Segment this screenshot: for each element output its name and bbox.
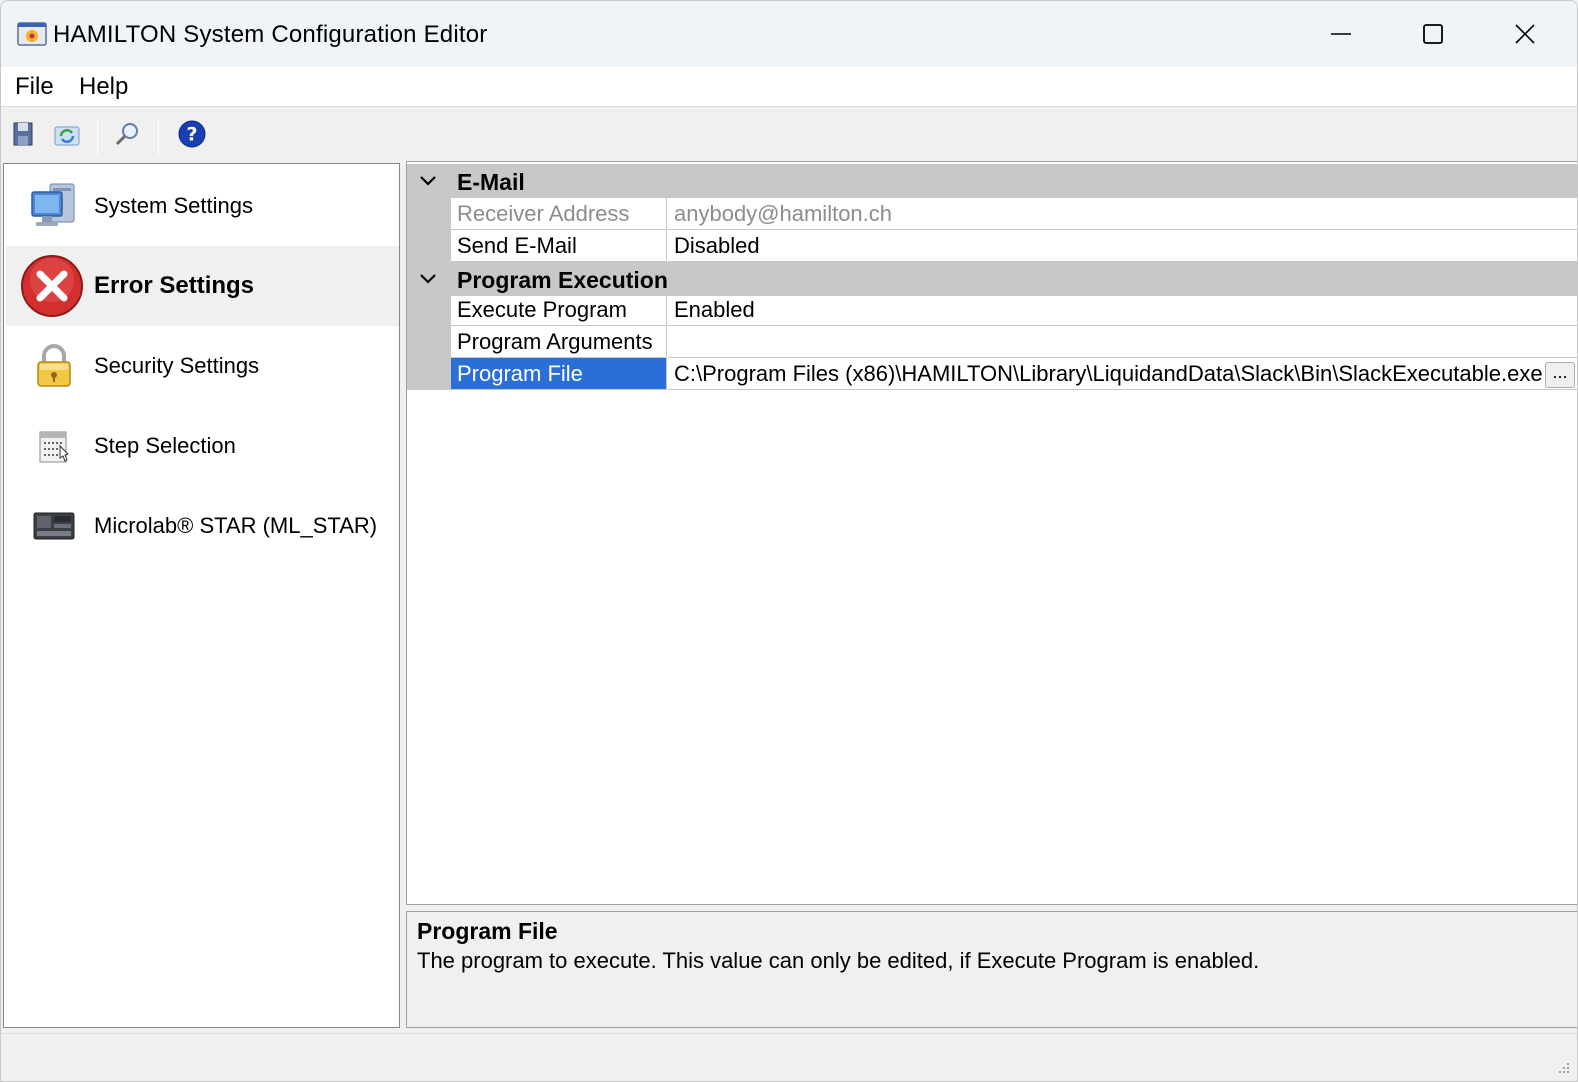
close-button[interactable] (1479, 1, 1571, 67)
resize-grip[interactable] (1555, 1059, 1571, 1075)
nav-item-step-selection[interactable]: Step Selection (6, 406, 399, 486)
nav-item-security-settings[interactable]: Security Settings (6, 326, 399, 406)
nav-item-microlab-star[interactable]: Microlab® STAR (ML_STAR) (6, 486, 399, 566)
chevron-down-icon (420, 274, 436, 284)
save-icon (13, 122, 33, 146)
chevron-down-icon (420, 176, 436, 186)
hamilton-app-icon[interactable] (17, 21, 47, 47)
maximize-icon (1423, 24, 1443, 44)
property-value[interactable]: anybody@hamilton.ch (668, 198, 1577, 230)
menu-bar: File Help (1, 67, 1577, 107)
property-row-send-email[interactable]: Send E-Mail Disabled (407, 230, 1577, 262)
help-icon: ? (178, 120, 206, 148)
step-selection-icon (26, 418, 82, 474)
collapse-toggle[interactable] (417, 268, 439, 290)
property-name: Program Arguments (451, 326, 667, 358)
settings-nav: System Settings Error Settings Security … (3, 163, 400, 1028)
maximize-button[interactable] (1387, 1, 1479, 67)
nav-label: System Settings (94, 193, 253, 218)
nav-label: Microlab® STAR (ML_STAR) (94, 513, 378, 538)
category-email: E-Mail (407, 164, 1577, 198)
property-name: Execute Program (451, 294, 667, 326)
property-row-execute-program[interactable]: Execute Program Enabled (407, 294, 1577, 326)
lock-icon (26, 338, 82, 394)
svg-text:?: ? (186, 124, 197, 146)
window-title: HAMILTON System Configuration Editor (53, 21, 488, 48)
collapse-toggle[interactable] (417, 170, 439, 192)
property-row-program-file[interactable]: Program File C:\Program Files (x86)\HAMI… (407, 358, 1577, 390)
error-icon (20, 254, 84, 318)
nav-label: Security Settings (94, 353, 260, 378)
nav-label: Error Settings (94, 272, 255, 299)
property-value[interactable]: Enabled (668, 294, 1577, 326)
minimize-button[interactable] (1295, 1, 1387, 67)
property-row-program-arguments[interactable]: Program Arguments (407, 326, 1577, 358)
description-panel: Program File The program to execute. Thi… (406, 911, 1577, 1028)
category-label: Program Execution (457, 267, 668, 293)
status-bar (1, 1033, 1577, 1081)
computer-icon (26, 178, 82, 234)
property-value[interactable]: Disabled (668, 230, 1577, 262)
property-value[interactable]: C:\Program Files (x86)\HAMILTON\Library\… (668, 358, 1577, 390)
toolbar-separator (97, 120, 98, 156)
browse-button[interactable]: ... (1545, 362, 1575, 388)
title-bar[interactable]: HAMILTON System Configuration Editor (1, 1, 1577, 67)
refresh-button[interactable] (51, 118, 83, 150)
property-name: Receiver Address (451, 198, 667, 230)
property-row-receiver-address[interactable]: Receiver Address anybody@hamilton.ch (407, 198, 1577, 230)
property-name: Send E-Mail (451, 230, 667, 262)
help-button[interactable]: ? (176, 118, 208, 150)
app-window: HAMILTON System Configuration Editor Fil… (0, 0, 1578, 1082)
instrument-icon (26, 498, 82, 554)
minimize-icon (1331, 33, 1351, 35)
description-text: The program to execute. This value can o… (417, 948, 1260, 973)
property-grid: E-Mail Receiver Address anybody@hamilton… (406, 161, 1577, 905)
refresh-icon (54, 126, 80, 146)
nav-item-error-settings[interactable]: Error Settings (6, 246, 399, 326)
description-title: Program File (417, 918, 558, 944)
category-label: E-Mail (457, 169, 525, 195)
menu-help[interactable]: Help (77, 72, 130, 102)
toolbar: ? (1, 108, 1577, 158)
nav-label: Step Selection (94, 433, 236, 458)
menu-file[interactable]: File (13, 72, 56, 102)
property-name: Program File (451, 358, 667, 390)
category-program-execution: Program Execution (407, 262, 1577, 296)
close-icon (1515, 24, 1535, 44)
search-icon (115, 123, 138, 146)
property-value[interactable] (668, 326, 1577, 358)
search-button[interactable] (111, 118, 143, 150)
toolbar-separator (158, 120, 159, 156)
nav-item-system-settings[interactable]: System Settings (6, 166, 399, 246)
save-button[interactable] (7, 118, 39, 150)
